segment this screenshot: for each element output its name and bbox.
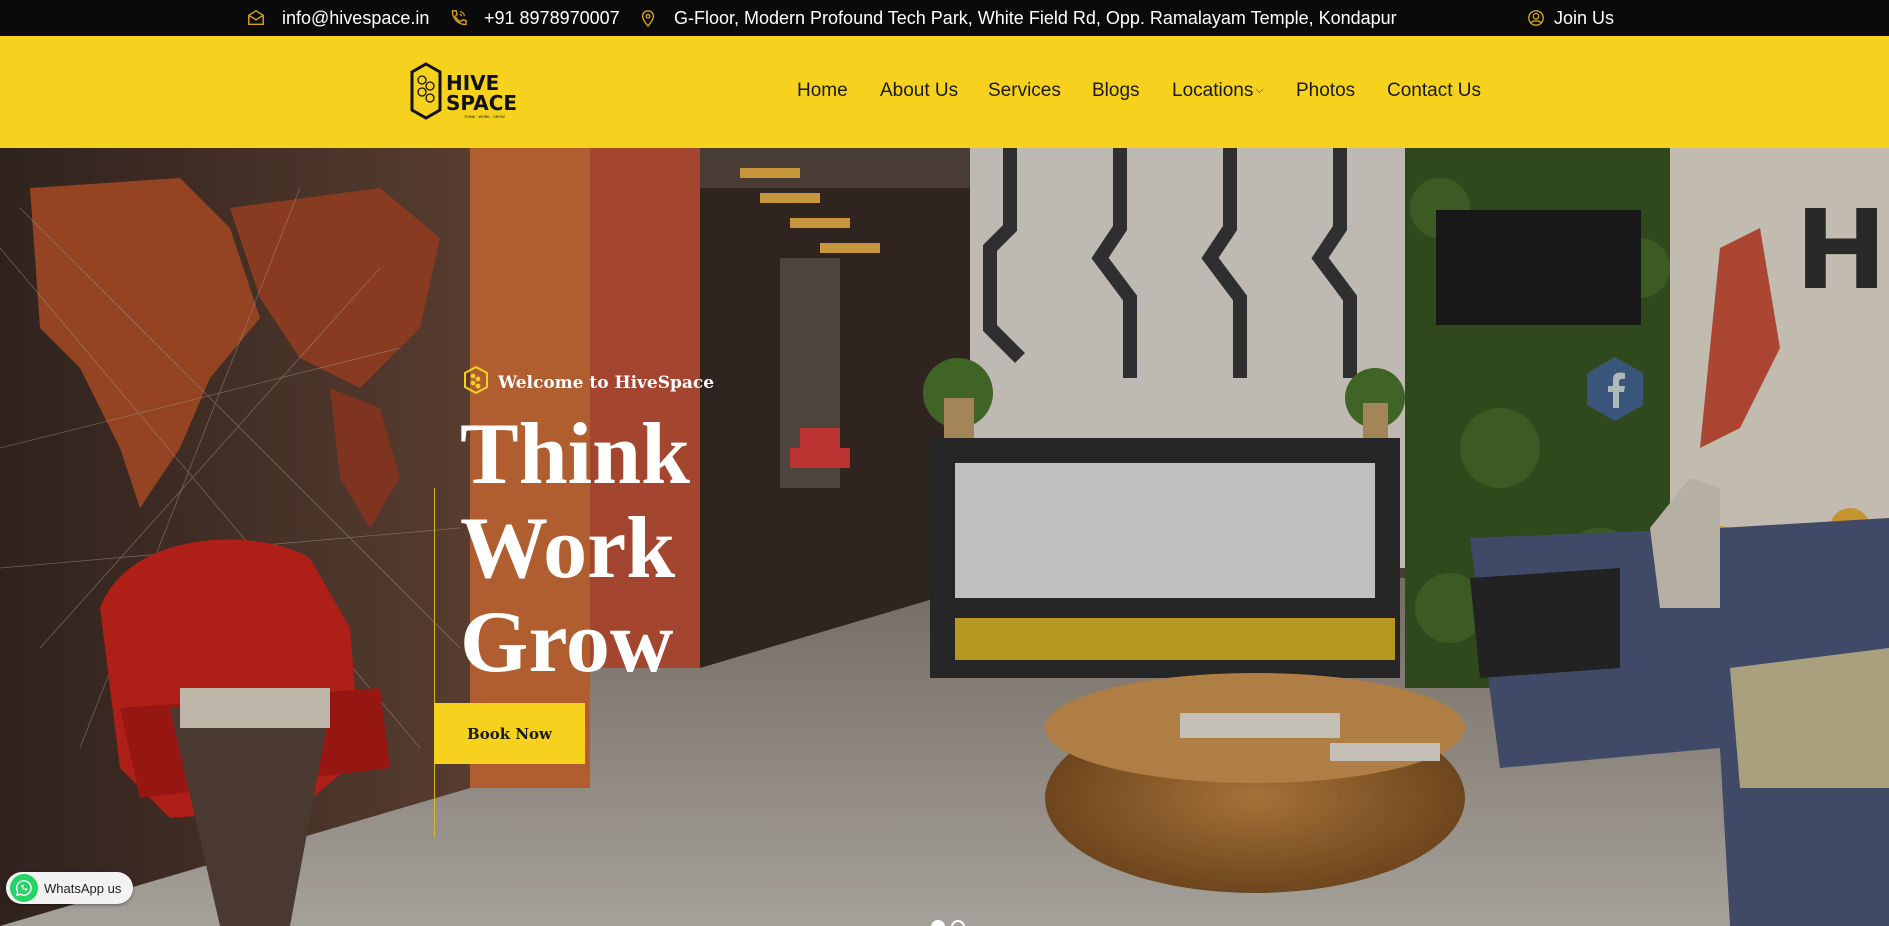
phone-icon [448, 8, 468, 28]
location-pin-icon [638, 8, 658, 28]
phone-text: +91 8978970007 [484, 7, 620, 28]
logo-tagline: THINK . WORK . GROW [463, 115, 505, 119]
mail-icon [246, 8, 266, 28]
nav-services[interactable]: Services [988, 80, 1061, 102]
email-contact[interactable]: info@hivespace.in [246, 0, 429, 36]
address-text: G-Floor, Modern Profound Tech Park, Whit… [674, 7, 1397, 28]
slider-dot-2[interactable] [951, 920, 965, 926]
hero-welcome-text: Welcome to HiveSpace [498, 372, 715, 393]
join-us-link[interactable]: Join Us [1526, 0, 1614, 36]
email-text: info@hivespace.in [282, 7, 430, 28]
address-contact[interactable]: G-Floor, Modern Profound Tech Park, Whit… [638, 0, 1397, 36]
accent-vertical-line [434, 488, 435, 838]
nav-home[interactable]: Home [797, 80, 848, 102]
main-header: HIVE SPACE THINK . WORK . GROW Home Abou… [0, 36, 1889, 148]
join-us-label: Join Us [1554, 7, 1615, 28]
headline-word-think: Think [460, 406, 690, 503]
nav-locations[interactable]: Locations ⌵ [1172, 80, 1264, 102]
nav-contact-us[interactable]: Contact Us [1387, 80, 1481, 102]
facebook-icon[interactable] [1586, 356, 1644, 422]
slider-dot-1[interactable] [931, 920, 945, 926]
hero-headline: Think Work Grow [460, 408, 690, 690]
whatsapp-label: WhatsApp us [44, 880, 122, 896]
headline-word-work: Work [460, 500, 676, 597]
nav-locations-label: Locations [1172, 80, 1254, 101]
slider-pagination [931, 920, 965, 926]
nav-blogs[interactable]: Blogs [1092, 80, 1140, 102]
headline-word-grow: Grow [460, 594, 674, 691]
book-now-button[interactable]: Book Now [434, 703, 585, 764]
user-icon [1526, 8, 1546, 28]
nav-about-us[interactable]: About Us [880, 80, 958, 102]
hero-slider: HIV [0, 148, 1889, 926]
whatsapp-button[interactable]: WhatsApp us [6, 872, 134, 904]
nav-photos[interactable]: Photos [1296, 80, 1355, 102]
hero-welcome: Welcome to HiveSpace [464, 365, 715, 399]
whatsapp-icon [10, 874, 38, 902]
chevron-down-icon: ⌵ [1255, 84, 1264, 97]
hive-hex-icon [464, 365, 488, 399]
hivespace-logo[interactable]: HIVE SPACE THINK . WORK . GROW [410, 62, 528, 122]
logo-word-space: SPACE [446, 91, 517, 115]
top-info-bar: info@hivespace.in +91 8978970007 G-Floor… [0, 0, 1889, 36]
hero-overlay [0, 148, 1889, 926]
phone-contact[interactable]: +91 8978970007 [448, 0, 620, 36]
